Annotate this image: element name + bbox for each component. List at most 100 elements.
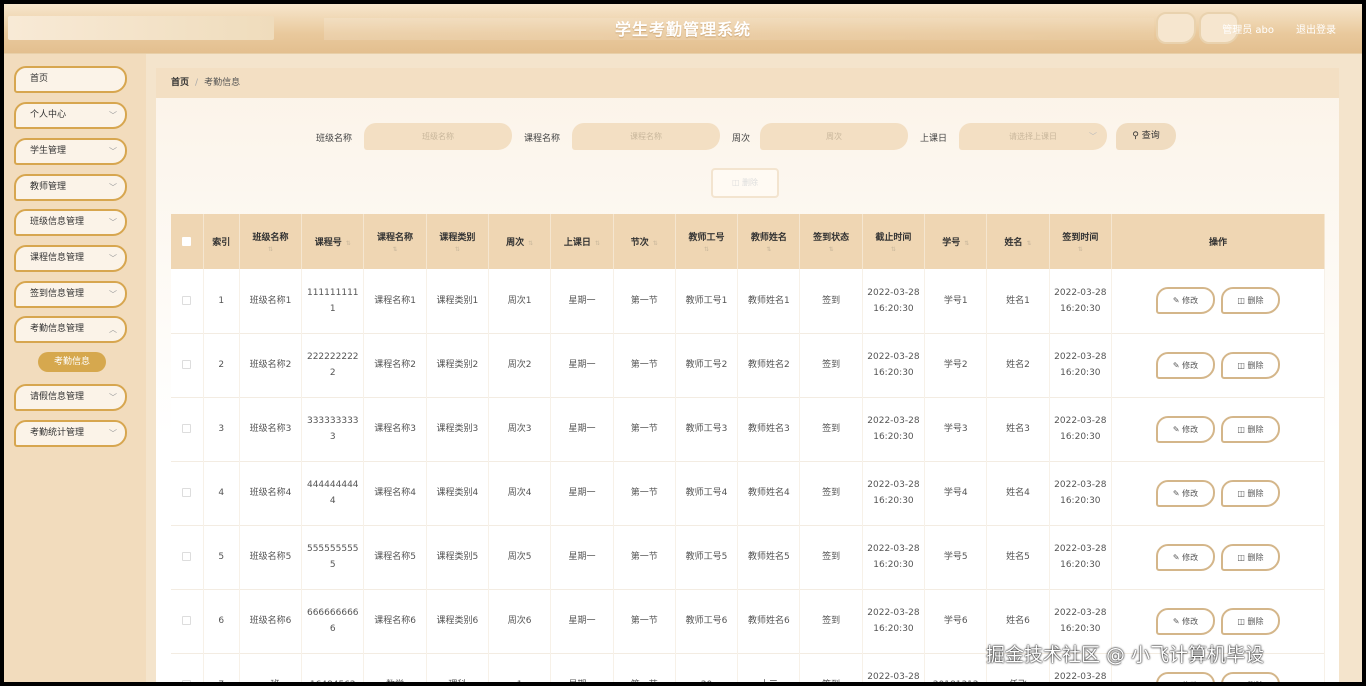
sort-icon[interactable]: ⇅ xyxy=(676,246,737,253)
sidebar-item-teachers[interactable]: 教师管理 ﹀ xyxy=(14,174,127,201)
sort-icon[interactable]: ⇅ xyxy=(653,240,658,247)
table-cell: 4444444444 xyxy=(301,461,365,525)
table-cell: 第一节 xyxy=(613,461,676,525)
table-cell: 教师工号2 xyxy=(675,333,739,397)
column-header[interactable]: 课程类别 ⇅ xyxy=(426,214,490,269)
edit-button[interactable]: ✎ 修改 xyxy=(1155,671,1215,682)
breadcrumb-home[interactable]: 首页 xyxy=(171,78,189,88)
row-checkbox[interactable] xyxy=(182,616,192,625)
sidebar-item-statistics[interactable]: 考勤统计管理 ﹀ xyxy=(14,420,127,447)
logout-link[interactable]: 退出登录 xyxy=(1296,21,1336,36)
delete-button-label: 删除 xyxy=(1247,488,1264,498)
course-name-input[interactable]: 课程名称 xyxy=(572,123,720,150)
table-cell: 2022-03-28 16:40: xyxy=(862,653,926,682)
sidebar-item-home[interactable]: 首页 xyxy=(14,66,127,93)
sort-icon[interactable]: ⇅ xyxy=(364,246,425,253)
sort-icon[interactable]: ⇅ xyxy=(738,246,799,253)
delete-button[interactable]: ◫ 删除 xyxy=(1220,415,1280,443)
sidebar-subitem-attendance-info[interactable]: 考勤信息 xyxy=(38,352,106,372)
sort-icon[interactable]: ⇅ xyxy=(863,246,924,253)
edit-button[interactable]: ✎ 修改 xyxy=(1155,415,1215,443)
table-cell: 课程类别2 xyxy=(426,333,490,397)
column-header[interactable]: 姓名 ⇅ xyxy=(986,214,1050,269)
sort-icon[interactable]: ⇅ xyxy=(800,246,861,253)
class-name-input[interactable]: 班级名称 xyxy=(364,123,512,150)
column-header[interactable]: 班级名称 ⇅ xyxy=(239,214,303,269)
edit-button[interactable]: ✎ 修改 xyxy=(1155,543,1215,571)
delete-button-label: 删除 xyxy=(1247,360,1264,370)
edit-button-label: 修改 xyxy=(1182,552,1199,562)
delete-button[interactable]: ◫ 删除 xyxy=(1220,607,1280,635)
column-header[interactable]: 教师工号 ⇅ xyxy=(675,214,739,269)
sidebar-item-leave[interactable]: 请假信息管理 ﹀ xyxy=(14,384,127,411)
day-select[interactable]: 请选择上课日 ﹀ xyxy=(959,123,1107,150)
delete-button[interactable]: ◫ 删除 xyxy=(1220,287,1280,315)
sidebar-item-courses[interactable]: 课程信息管理 ﹀ xyxy=(14,245,127,272)
edit-button[interactable]: ✎ 修改 xyxy=(1155,607,1215,635)
edit-button[interactable]: ✎ 修改 xyxy=(1155,479,1215,507)
delete-button[interactable]: ◫ 删除 xyxy=(1220,671,1280,682)
search-button[interactable]: ⚲ 查询 xyxy=(1116,123,1176,150)
trash-icon: ◫ xyxy=(1237,552,1245,562)
edit-icon: ✎ xyxy=(1172,296,1180,306)
column-header-label: 教师姓名 xyxy=(750,233,787,243)
column-header[interactable]: 签到时间 ⇅ xyxy=(1049,214,1112,269)
sidebar-item-students[interactable]: 学生管理 ﹀ xyxy=(14,138,127,165)
edit-button-label: 修改 xyxy=(1182,296,1199,306)
week-input[interactable]: 周次 xyxy=(760,123,908,150)
column-header[interactable]: 节次 ⇅ xyxy=(613,214,676,269)
table-cell: 第一节 xyxy=(613,525,676,589)
table-cell: 教师姓名5 xyxy=(737,525,801,589)
row-checkbox[interactable] xyxy=(182,680,192,682)
delete-button[interactable]: ◫ 删除 xyxy=(1220,479,1280,507)
row-checkbox[interactable] xyxy=(182,552,192,561)
edit-button-label: 修改 xyxy=(1182,488,1199,498)
table-cell: 学号1 xyxy=(924,269,988,333)
table-cell: 2022-03-28 16:20:30 xyxy=(1049,461,1112,525)
table-row: 1 班级名称1 1111111111 课程名称1 课程类别1 周次1 星期一 第一节 教师工号1… xyxy=(171,269,1325,333)
column-header[interactable]: 课程名称 ⇅ xyxy=(363,214,427,269)
column-header[interactable]: 课程号 ⇅ xyxy=(301,214,365,269)
column-header[interactable]: 周次 ⇅ xyxy=(488,214,552,269)
sort-icon[interactable]: ⇅ xyxy=(528,240,533,247)
table-cell: 5555555555 xyxy=(301,525,365,589)
delete-button[interactable]: ◫ 删除 xyxy=(1220,543,1280,571)
edit-button[interactable]: ✎ 修改 xyxy=(1155,351,1215,379)
row-select-cell xyxy=(171,461,204,525)
delete-button[interactable]: ◫ 删除 xyxy=(1220,351,1280,379)
sort-icon[interactable]: ⇅ xyxy=(1027,240,1032,247)
column-header[interactable]: 签到状态 ⇅ xyxy=(799,214,863,269)
row-select-cell xyxy=(171,589,204,653)
row-checkbox[interactable] xyxy=(182,360,192,369)
column-header[interactable]: 学号 ⇅ xyxy=(924,214,988,269)
sidebar-item-profile[interactable]: 个人中心 ﹀ xyxy=(14,102,127,129)
trash-icon: ◫ xyxy=(1237,616,1245,626)
sort-icon[interactable]: ⇅ xyxy=(595,240,600,247)
select-all-checkbox[interactable] xyxy=(182,236,192,246)
table-cell: 姓名4 xyxy=(986,461,1050,525)
column-header[interactable]: 截止时间 ⇅ xyxy=(862,214,926,269)
sidebar-item-checkin[interactable]: 签到信息管理 ﹀ xyxy=(14,281,127,308)
column-header-label: 学号 xyxy=(942,238,961,248)
table-cell: 签到 xyxy=(799,589,863,653)
sort-icon[interactable]: ⇅ xyxy=(964,240,969,247)
edit-icon: ✎ xyxy=(1172,552,1180,562)
sort-icon[interactable]: ⇅ xyxy=(346,240,351,247)
sort-icon[interactable]: ⇅ xyxy=(427,246,488,253)
sidebar-item-attendance[interactable]: 考勤信息管理 ︿ xyxy=(14,316,127,343)
row-checkbox[interactable] xyxy=(182,295,192,305)
chevron-down-icon: ﹀ xyxy=(109,429,117,438)
batch-delete-button[interactable]: ◫ 删除 xyxy=(711,168,779,198)
column-header[interactable]: 教师姓名 ⇅ xyxy=(737,214,801,269)
row-checkbox[interactable] xyxy=(182,424,192,433)
table-row: 2 班级名称2 2222222222 课程名称2 课程类别2 周次2 星期一 第一节 教师工号2… xyxy=(171,333,1325,397)
batch-delete-label: 删除 xyxy=(742,178,759,187)
row-checkbox[interactable] xyxy=(182,488,192,497)
edit-button[interactable]: ✎ 修改 xyxy=(1155,287,1215,315)
column-header[interactable]: 上课日 ⇅ xyxy=(550,214,614,269)
edit-icon: ✎ xyxy=(1172,424,1180,434)
sidebar-item-classes[interactable]: 班级信息管理 ﹀ xyxy=(14,209,127,236)
table-cell: 一班 xyxy=(239,653,303,682)
sort-icon[interactable]: ⇅ xyxy=(1050,246,1111,253)
sort-icon[interactable]: ⇅ xyxy=(240,246,301,253)
